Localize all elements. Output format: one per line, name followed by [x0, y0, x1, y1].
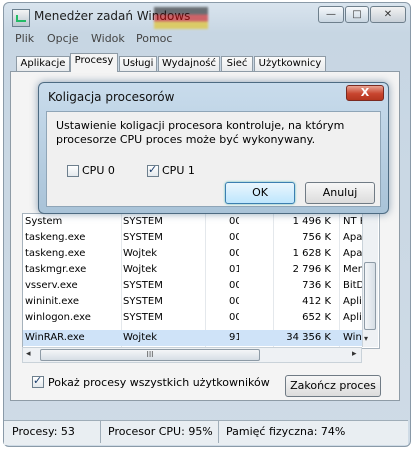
- table-row[interactable]: vsserv.exe SYSTEM 00 736 K BitDe: [23, 278, 365, 294]
- process-cpu: 00: [229, 216, 239, 227]
- end-process-button[interactable]: Zakończ proces: [285, 375, 381, 397]
- process-user: SYSTEM: [123, 296, 163, 307]
- process-memory: 756 K: [302, 232, 331, 243]
- table-row[interactable]: System SYSTEM 00 1 496 K NT K: [23, 214, 365, 230]
- table-row-selected[interactable]: WinRAR.exe Wojtek 91 34 356 K WinR: [23, 330, 365, 346]
- process-name: vsserv.exe: [25, 280, 78, 291]
- dialog-close-button[interactable]: X: [346, 85, 384, 101]
- ok-button[interactable]: OK: [225, 182, 295, 204]
- process-memory: 736 K: [302, 280, 331, 291]
- menu-file[interactable]: Plik: [15, 32, 34, 45]
- process-name: winlogon.exe: [25, 312, 91, 323]
- process-user: Wojtek: [123, 248, 158, 259]
- status-physical-memory: Pamięć fizyczna: 74%: [226, 425, 346, 438]
- process-name: System: [25, 216, 63, 227]
- process-user: SYSTEM: [123, 232, 163, 243]
- table-row[interactable]: wininit.exe SYSTEM 00 412 K Aplik: [23, 294, 365, 310]
- cpu1-label[interactable]: CPU 1: [162, 164, 195, 177]
- tab-performance[interactable]: Wydajność: [158, 56, 220, 72]
- status-process-count: Procesy: 53: [12, 425, 75, 438]
- process-cpu: 00: [229, 280, 239, 291]
- table-row[interactable]: taskeng.exe Wojtek 00 1 628 K Apar: [23, 246, 365, 262]
- show-all-processes-checkbox[interactable]: ✓: [32, 374, 44, 388]
- minimize-button[interactable]: —: [318, 6, 344, 23]
- process-cpu: 01: [229, 264, 239, 275]
- flag-overlay: [154, 7, 208, 29]
- process-memory: 2 796 K: [292, 264, 331, 275]
- process-user: Wojtek: [123, 332, 158, 343]
- process-cpu: 00: [229, 312, 239, 323]
- process-cpu: 91: [229, 332, 239, 343]
- tab-services[interactable]: Usługi: [119, 56, 157, 72]
- cpu0-label[interactable]: CPU 0: [82, 164, 115, 177]
- process-memory: 1 628 K: [292, 248, 331, 259]
- scroll-down-arrow-icon[interactable]: ▾: [364, 334, 368, 343]
- process-cpu: 00: [229, 232, 239, 243]
- task-manager-app-icon: [12, 9, 30, 27]
- menu-view[interactable]: Widok: [91, 32, 125, 45]
- cancel-button[interactable]: Anuluj: [305, 182, 375, 204]
- checkmark-icon: ✓: [148, 163, 158, 176]
- vertical-scroll-thumb[interactable]: [364, 262, 376, 330]
- scroll-right-arrow-icon[interactable]: ▸: [352, 349, 357, 359]
- menu-help[interactable]: Pomoc: [136, 32, 172, 45]
- menu-bar: Plik Opcje Widok Pomoc: [3, 30, 405, 48]
- process-name: WinRAR.exe: [25, 332, 85, 343]
- status-divider: [100, 421, 101, 443]
- tab-processes[interactable]: Procesy: [70, 53, 118, 72]
- process-user: SYSTEM: [123, 312, 163, 323]
- process-memory: 652 K: [302, 312, 331, 323]
- checkmark-icon: ✓: [33, 374, 43, 387]
- scroll-left-arrow-icon[interactable]: ◂: [26, 349, 31, 359]
- process-user: SYSTEM: [123, 280, 163, 291]
- cpu0-checkbox[interactable]: [67, 165, 79, 177]
- process-memory: 34 356 K: [286, 332, 331, 343]
- dialog-message: Ustawienie koligacji procesora kontroluj…: [56, 119, 345, 146]
- process-name: taskmgr.exe: [25, 264, 87, 275]
- process-name: taskeng.exe: [25, 248, 86, 259]
- tab-network[interactable]: Sieć: [221, 56, 253, 72]
- tab-users[interactable]: Użytkownicy: [254, 56, 326, 72]
- cpu1-checkbox[interactable]: ✓: [147, 163, 159, 177]
- process-name: taskeng.exe: [25, 232, 86, 243]
- tab-applications[interactable]: Aplikacje: [16, 56, 70, 72]
- process-cpu: 00: [229, 248, 239, 259]
- show-all-processes-label[interactable]: Pokaż procesy wszystkich użytkowników: [48, 376, 270, 389]
- process-cpu: 00: [229, 296, 239, 307]
- dialog-title: Koligacja procesorów: [48, 90, 175, 104]
- horizontal-scroll-thumb[interactable]: III: [40, 349, 260, 361]
- process-name: wininit.exe: [25, 296, 80, 307]
- process-list[interactable]: System SYSTEM 00 1 496 K NT K taskeng.ex…: [22, 213, 380, 349]
- close-button[interactable]: ✕: [370, 6, 406, 23]
- status-cpu-usage: Procesor CPU: 95%: [108, 425, 213, 438]
- process-memory: 1 496 K: [292, 216, 331, 227]
- menu-options[interactable]: Opcje: [47, 32, 79, 45]
- status-divider: [218, 421, 219, 443]
- process-user: SYSTEM: [123, 216, 163, 227]
- process-memory: 412 K: [302, 296, 331, 307]
- process-user: Wojtek: [123, 264, 158, 275]
- maximize-button[interactable]: □: [345, 6, 369, 23]
- table-row[interactable]: taskeng.exe SYSTEM 00 756 K Apar: [23, 230, 365, 246]
- table-row[interactable]: winlogon.exe SYSTEM 00 652 K Aplik: [23, 310, 365, 326]
- table-row[interactable]: taskmgr.exe Wojtek 01 2 796 K Mene: [23, 262, 365, 278]
- title-bar[interactable]: Menedżer zadań Windows — □ ✕: [4, 3, 410, 31]
